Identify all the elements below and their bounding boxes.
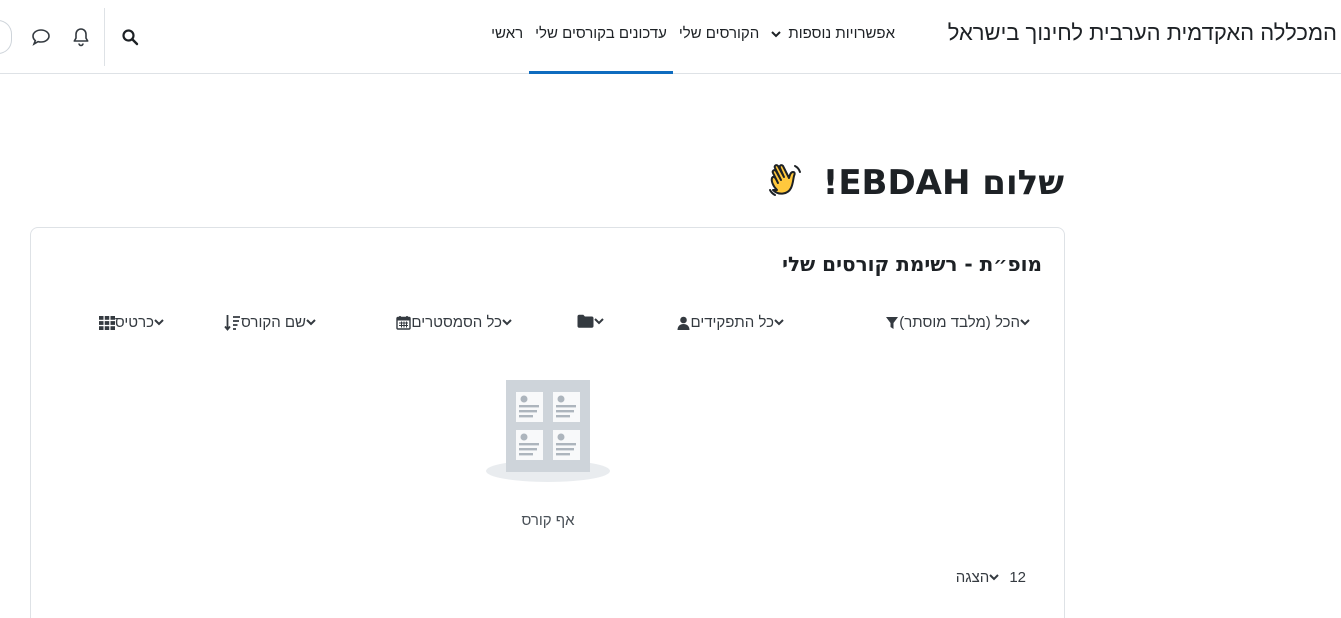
- grouping-label: הכל (מלבד מוסתר): [899, 314, 1020, 331]
- chevron-down-icon: [502, 319, 512, 326]
- greeting-text: שלום EBDAH!: [822, 163, 1064, 203]
- paging-label: הצגה: [955, 569, 990, 586]
- chevron-down-icon: [154, 319, 164, 326]
- sort-alpha-icon: [224, 314, 241, 331]
- nav-home[interactable]: ראשי: [485, 0, 529, 74]
- user-menu-toggle[interactable]: [0, 20, 12, 54]
- top-navbar: המכללה האקדמית הערבית לחינוך בישראל ראשי…: [0, 0, 1341, 74]
- page-greeting: שלום EBDAH!: [765, 160, 1064, 209]
- no-courses-illustration: [484, 378, 612, 488]
- search-icon[interactable]: [119, 26, 141, 48]
- calendar-icon: [396, 315, 412, 330]
- grouping-dropdown[interactable]: הכל (מלבד מוסתר): [880, 314, 1042, 331]
- nav-my-courses[interactable]: הקורסים שלי: [673, 0, 765, 74]
- semesters-label: כל הסמסטרים: [411, 314, 502, 331]
- chevron-down-icon: [1020, 319, 1030, 326]
- course-overview-block: מופ״ת - רשימת קורסים שלי הכל (מלבד מוסתר…: [30, 227, 1065, 618]
- filter-icon: [885, 316, 899, 330]
- roles-label: כל התפקידים: [690, 314, 774, 331]
- nav-dashboard[interactable]: עדכונים בקורסים שלי: [529, 0, 673, 74]
- paging-value: 12: [1009, 569, 1026, 586]
- message-icon[interactable]: [30, 26, 52, 48]
- course-filters: הכל (מלבד מוסתר) כל התפקידים כל הסמסטרים…: [31, 314, 1064, 338]
- paging-dropdown[interactable]: 12: [989, 569, 1026, 586]
- navbar-divider: [104, 8, 105, 66]
- block-title: מופ״ת - רשימת קורסים שלי: [782, 252, 1042, 276]
- empty-state-text: אף קורס: [521, 512, 575, 529]
- sort-label: שם הקורס: [241, 314, 306, 331]
- nav-more-label: אפשרויות נוספות: [788, 25, 895, 42]
- roles-dropdown[interactable]: כל התפקידים: [672, 314, 796, 331]
- nav-more-dropdown[interactable]: אפשרויות נוספות: [765, 0, 901, 74]
- navbar-actions: [0, 0, 141, 74]
- primary-navigation: ראשי עדכונים בקורסים שלי הקורסים שלי אפש…: [485, 0, 901, 74]
- view-dropdown[interactable]: כרטיס: [94, 314, 176, 331]
- user-icon: [677, 316, 690, 330]
- chevron-down-icon: [771, 1, 781, 69]
- view-label: כרטיס: [114, 314, 154, 331]
- chevron-down-icon: [594, 317, 604, 325]
- paging-control: הצגה 12: [956, 569, 1042, 586]
- bell-icon[interactable]: [70, 26, 92, 48]
- chevron-down-icon: [306, 319, 316, 326]
- chevron-down-icon: [774, 319, 784, 326]
- site-brand[interactable]: המכללה האקדמית הערבית לחינוך בישראל: [948, 20, 1337, 46]
- folder-icon: [577, 314, 594, 328]
- category-dropdown[interactable]: [572, 314, 616, 328]
- waving-hand-icon: [765, 160, 805, 209]
- chevron-down-icon: [989, 574, 1000, 581]
- grid-icon: [98, 315, 115, 330]
- sort-dropdown[interactable]: שם הקורס: [219, 314, 328, 331]
- semesters-dropdown[interactable]: כל הסמסטרים: [391, 314, 524, 331]
